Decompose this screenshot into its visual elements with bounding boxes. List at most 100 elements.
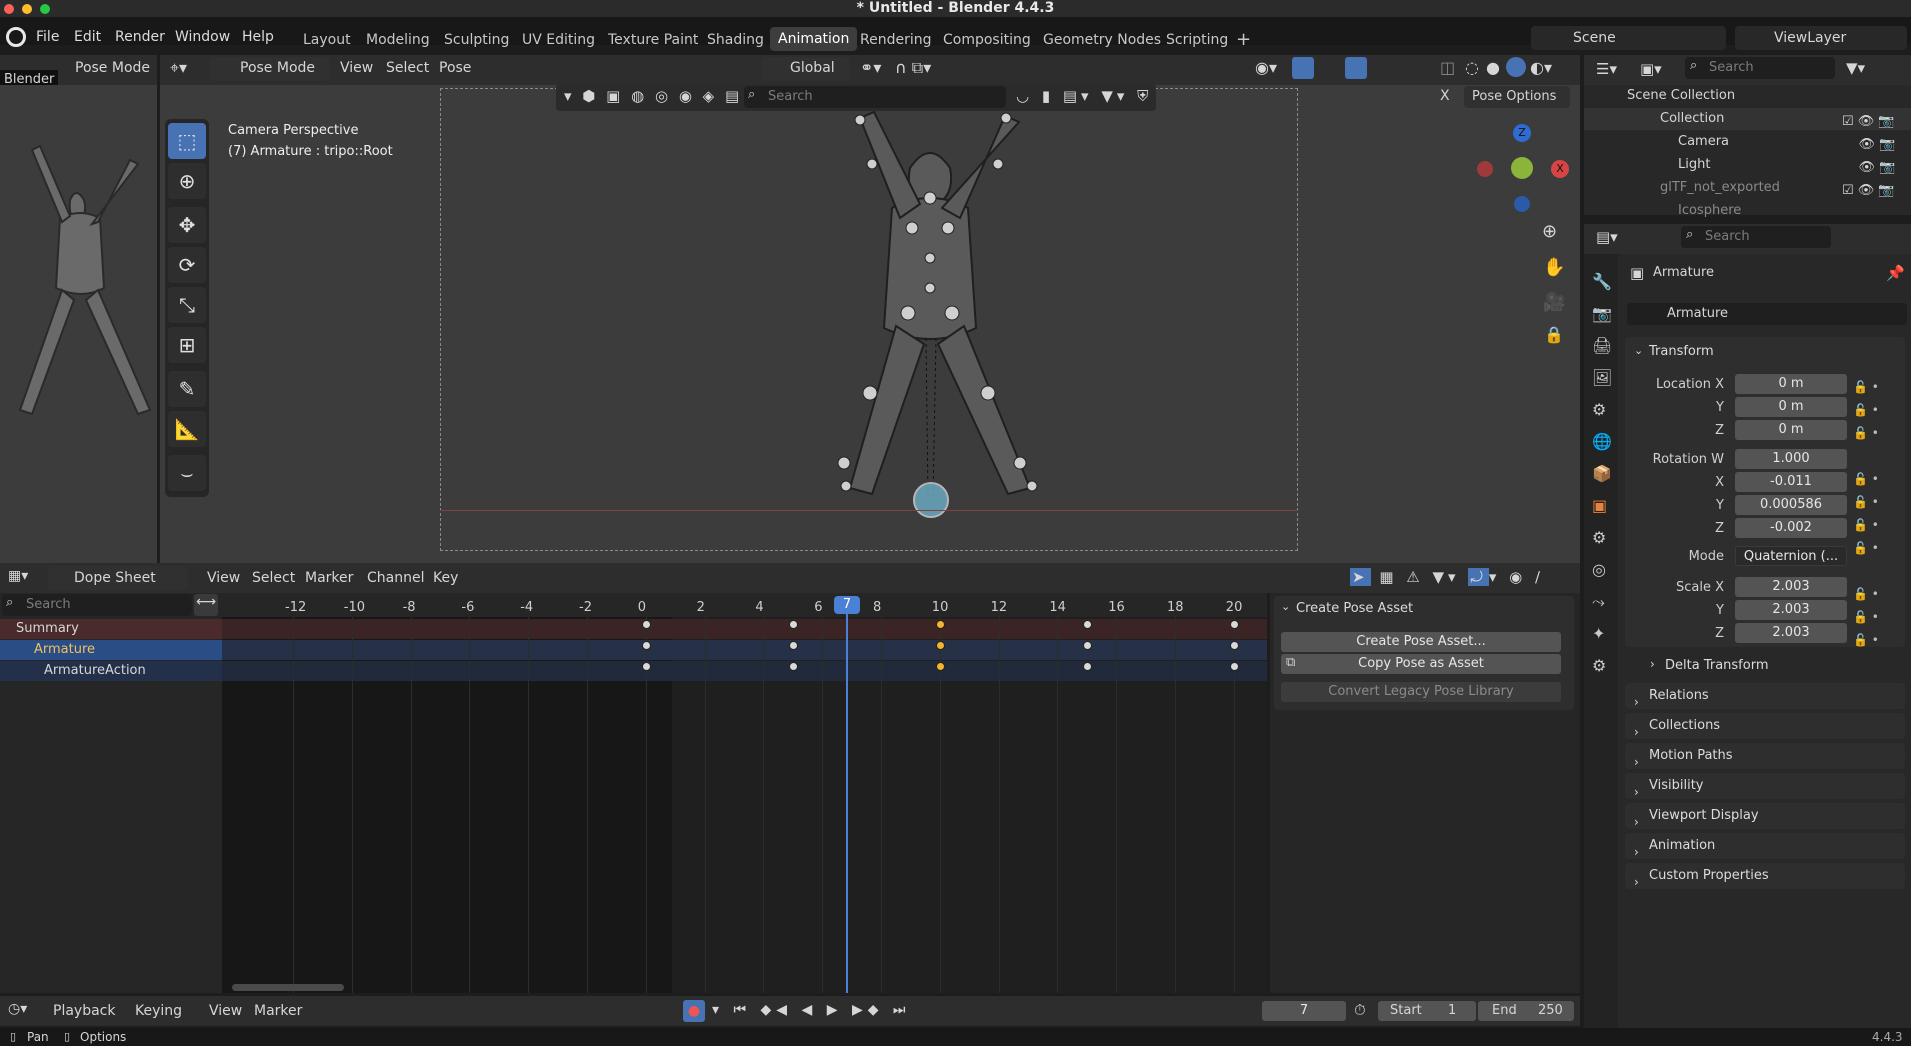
tab-sculpting[interactable]: Sculpting [444,32,509,48]
snap-icon[interactable]: ∩ ⧉▾ [895,58,931,78]
keyframe[interactable] [1082,620,1092,629]
rotation-z-field[interactable]: -0.002 [1735,518,1847,538]
dopesheet-menu-channel[interactable]: Channel [367,570,424,586]
rotate-tool-icon[interactable]: ⟳ [168,247,206,283]
nav-gizmo-center[interactable] [1511,157,1533,179]
keyframe[interactable] [641,662,651,671]
scale-x-field[interactable]: 2.003 [1735,577,1847,597]
visibility-icon[interactable]: ◉▾ [1255,58,1277,77]
outliner-filter-icon[interactable]: ▼▾ [1846,59,1865,77]
tab-scripting[interactable]: Scripting [1166,32,1228,48]
create-pose-asset-button[interactable]: Create Pose Asset... [1281,632,1561,652]
convert-legacy-button[interactable]: Convert Legacy Pose Library [1281,682,1561,702]
outliner-item-gltf[interactable]: glTF_not_exported [1660,180,1780,195]
rotation-w-field[interactable]: 1.000 [1735,449,1847,469]
asset-filter-icons[interactable]: ◡ ▮ ▤▾ ▼▾ ⛨ [1016,87,1152,105]
display-mode-icon[interactable]: ▣▾ [1640,60,1662,78]
keyframe[interactable] [935,662,945,671]
scale-z-field[interactable]: 2.003 [1735,623,1847,643]
keyframe[interactable] [1229,662,1239,671]
dopesheet-header-icons[interactable]: ➤ ▦ ⚠ ▼▾ ⤾ ▾ ◉ ∕ [1350,568,1544,586]
playback-controls[interactable]: ▾ ⏮ ◆◀ ◀ ▶ ▶◆ ⏭ [712,1002,911,1018]
transform-tool-icon[interactable]: ⊞ [168,327,206,363]
move-tool-icon[interactable]: ✥ [168,207,206,243]
current-frame-field[interactable]: 7 [1262,1001,1346,1021]
outliner-item-camera[interactable]: Camera [1678,134,1729,149]
gizmo-toggle-icon[interactable] [1292,57,1314,79]
shading-solid-icon[interactable]: ● [1486,58,1500,77]
dopesheet-menu-select[interactable]: Select [252,570,295,586]
tab-shading[interactable]: Shading [707,32,764,48]
menu-file[interactable]: File [36,29,59,45]
outliner-item-light[interactable]: Light [1678,157,1710,172]
shading-wireframe-icon[interactable]: ◌ [1465,58,1479,77]
pose-asset-title[interactable]: Create Pose Asset [1296,601,1413,616]
asset-shelf-icons[interactable]: ▾ ⬢ ▣ ◍ ◎ ◉ ◈ ▤ [564,87,742,105]
playhead-line[interactable] [846,600,848,993]
tab-rendering[interactable]: Rendering [860,32,932,48]
pan-hand-icon[interactable]: ✋ [1543,257,1565,278]
annotate-tool-icon[interactable]: ✎ [168,371,206,407]
rotation-mode-dropdown[interactable]: Quaternion (... [1735,546,1847,566]
scene-selector[interactable] [1531,26,1726,50]
timeline-menu-marker[interactable]: Marker [254,1003,302,1019]
properties-search-input[interactable]: Search [1681,226,1831,248]
pivot-icon[interactable]: ⚭▾ [860,58,881,77]
camera-view-icon[interactable]: 🎥 [1543,292,1565,313]
keyframe[interactable] [788,662,798,671]
timeline-menu-view[interactable]: View [209,1003,242,1019]
nav-gizmo-neg-x[interactable] [1477,161,1493,177]
lock-icon[interactable]: 🔒 [1544,325,1564,344]
nav-gizmo-y-axis[interactable]: Z [1513,124,1531,142]
record-button[interactable]: ● [683,1000,705,1022]
blender-logo-icon[interactable] [6,27,26,47]
properties-editor-icon[interactable]: ▤▾ [1596,228,1618,246]
minimize-window-button[interactable] [22,4,32,14]
keyframe[interactable] [1082,662,1092,671]
zoom-icon[interactable]: ⊕ [1542,221,1557,242]
overlays-toggle-icon[interactable] [1345,57,1367,79]
viewport-menu-pose[interactable]: Pose [439,60,471,76]
keyframe[interactable] [641,641,651,650]
properties-tab-icons[interactable]: 🔧 📷 🖨 🖼 ⚙ 🌐 📦 ▣ ⚙ ◎ ⤳ ✦ ⚙ [1592,266,1612,682]
nav-gizmo-neg-z[interactable] [1514,196,1530,212]
viewport-menu-view[interactable]: View [340,60,373,76]
timeline-menu-keying[interactable]: Keying [135,1003,182,1019]
delta-transform-header[interactable]: Delta Transform [1665,658,1768,673]
measure-tool-icon[interactable]: 📐 [168,411,206,447]
dopesheet-menu-view[interactable]: View [207,570,240,586]
dopesheet-editor-icon[interactable]: ▦▾ [8,568,28,584]
location-z-field[interactable]: 0 m [1735,420,1847,440]
keyframe[interactable] [935,620,945,629]
tab-uv-editing[interactable]: UV Editing [522,32,595,48]
asset-search-input[interactable]: Search [744,86,1006,108]
viewport-menu-select[interactable]: Select [386,60,429,76]
copy-pose-as-asset-button[interactable]: Copy Pose as Asset [1281,654,1561,674]
editor-type-icon[interactable]: ⌖▾ [170,58,187,78]
keyframe[interactable] [1229,641,1239,650]
tab-compositing[interactable]: Compositing [943,32,1031,48]
dopesheet-search-input[interactable]: Search [2,594,192,616]
close-window-button[interactable] [4,4,14,14]
timeline-menu-playback[interactable]: Playback [53,1003,115,1019]
dopesheet-menu-marker[interactable]: Marker [305,570,353,586]
left-mode-label[interactable]: Pose Mode [75,60,150,76]
playhead-frame-badge[interactable]: 7 [834,596,860,614]
tab-modeling[interactable]: Modeling [366,32,430,48]
dopesheet-menu-key[interactable]: Key [433,570,458,586]
menu-window[interactable]: Window [175,29,230,45]
location-y-field[interactable]: 0 m [1735,397,1847,417]
timeline-editor-icon[interactable]: ◷▾ [8,1001,27,1017]
maximize-window-button[interactable] [40,4,50,14]
transform-lock-icons[interactable]: 🔓 • 🔓 • 🔓 • 🔓 • 🔓 • 🔓 • 🔓 • 🔓 • 🔓 • 🔓 • [1853,376,1879,652]
keyframe[interactable] [1082,641,1092,650]
outliner-item-icosphere[interactable]: Icosphere [1678,203,1741,218]
location-x-field[interactable]: 0 m [1735,374,1847,394]
add-workspace-icon[interactable]: + [1236,29,1251,50]
cursor-tool-icon[interactable]: ⊕ [168,163,206,199]
scale-y-field[interactable]: 2.003 [1735,600,1847,620]
tab-texture-paint[interactable]: Texture Paint [608,32,698,48]
xray-icon[interactable]: ◫ [1440,58,1455,77]
dopesheet-hscrollbar[interactable] [232,984,344,991]
keyframe[interactable] [788,620,798,629]
